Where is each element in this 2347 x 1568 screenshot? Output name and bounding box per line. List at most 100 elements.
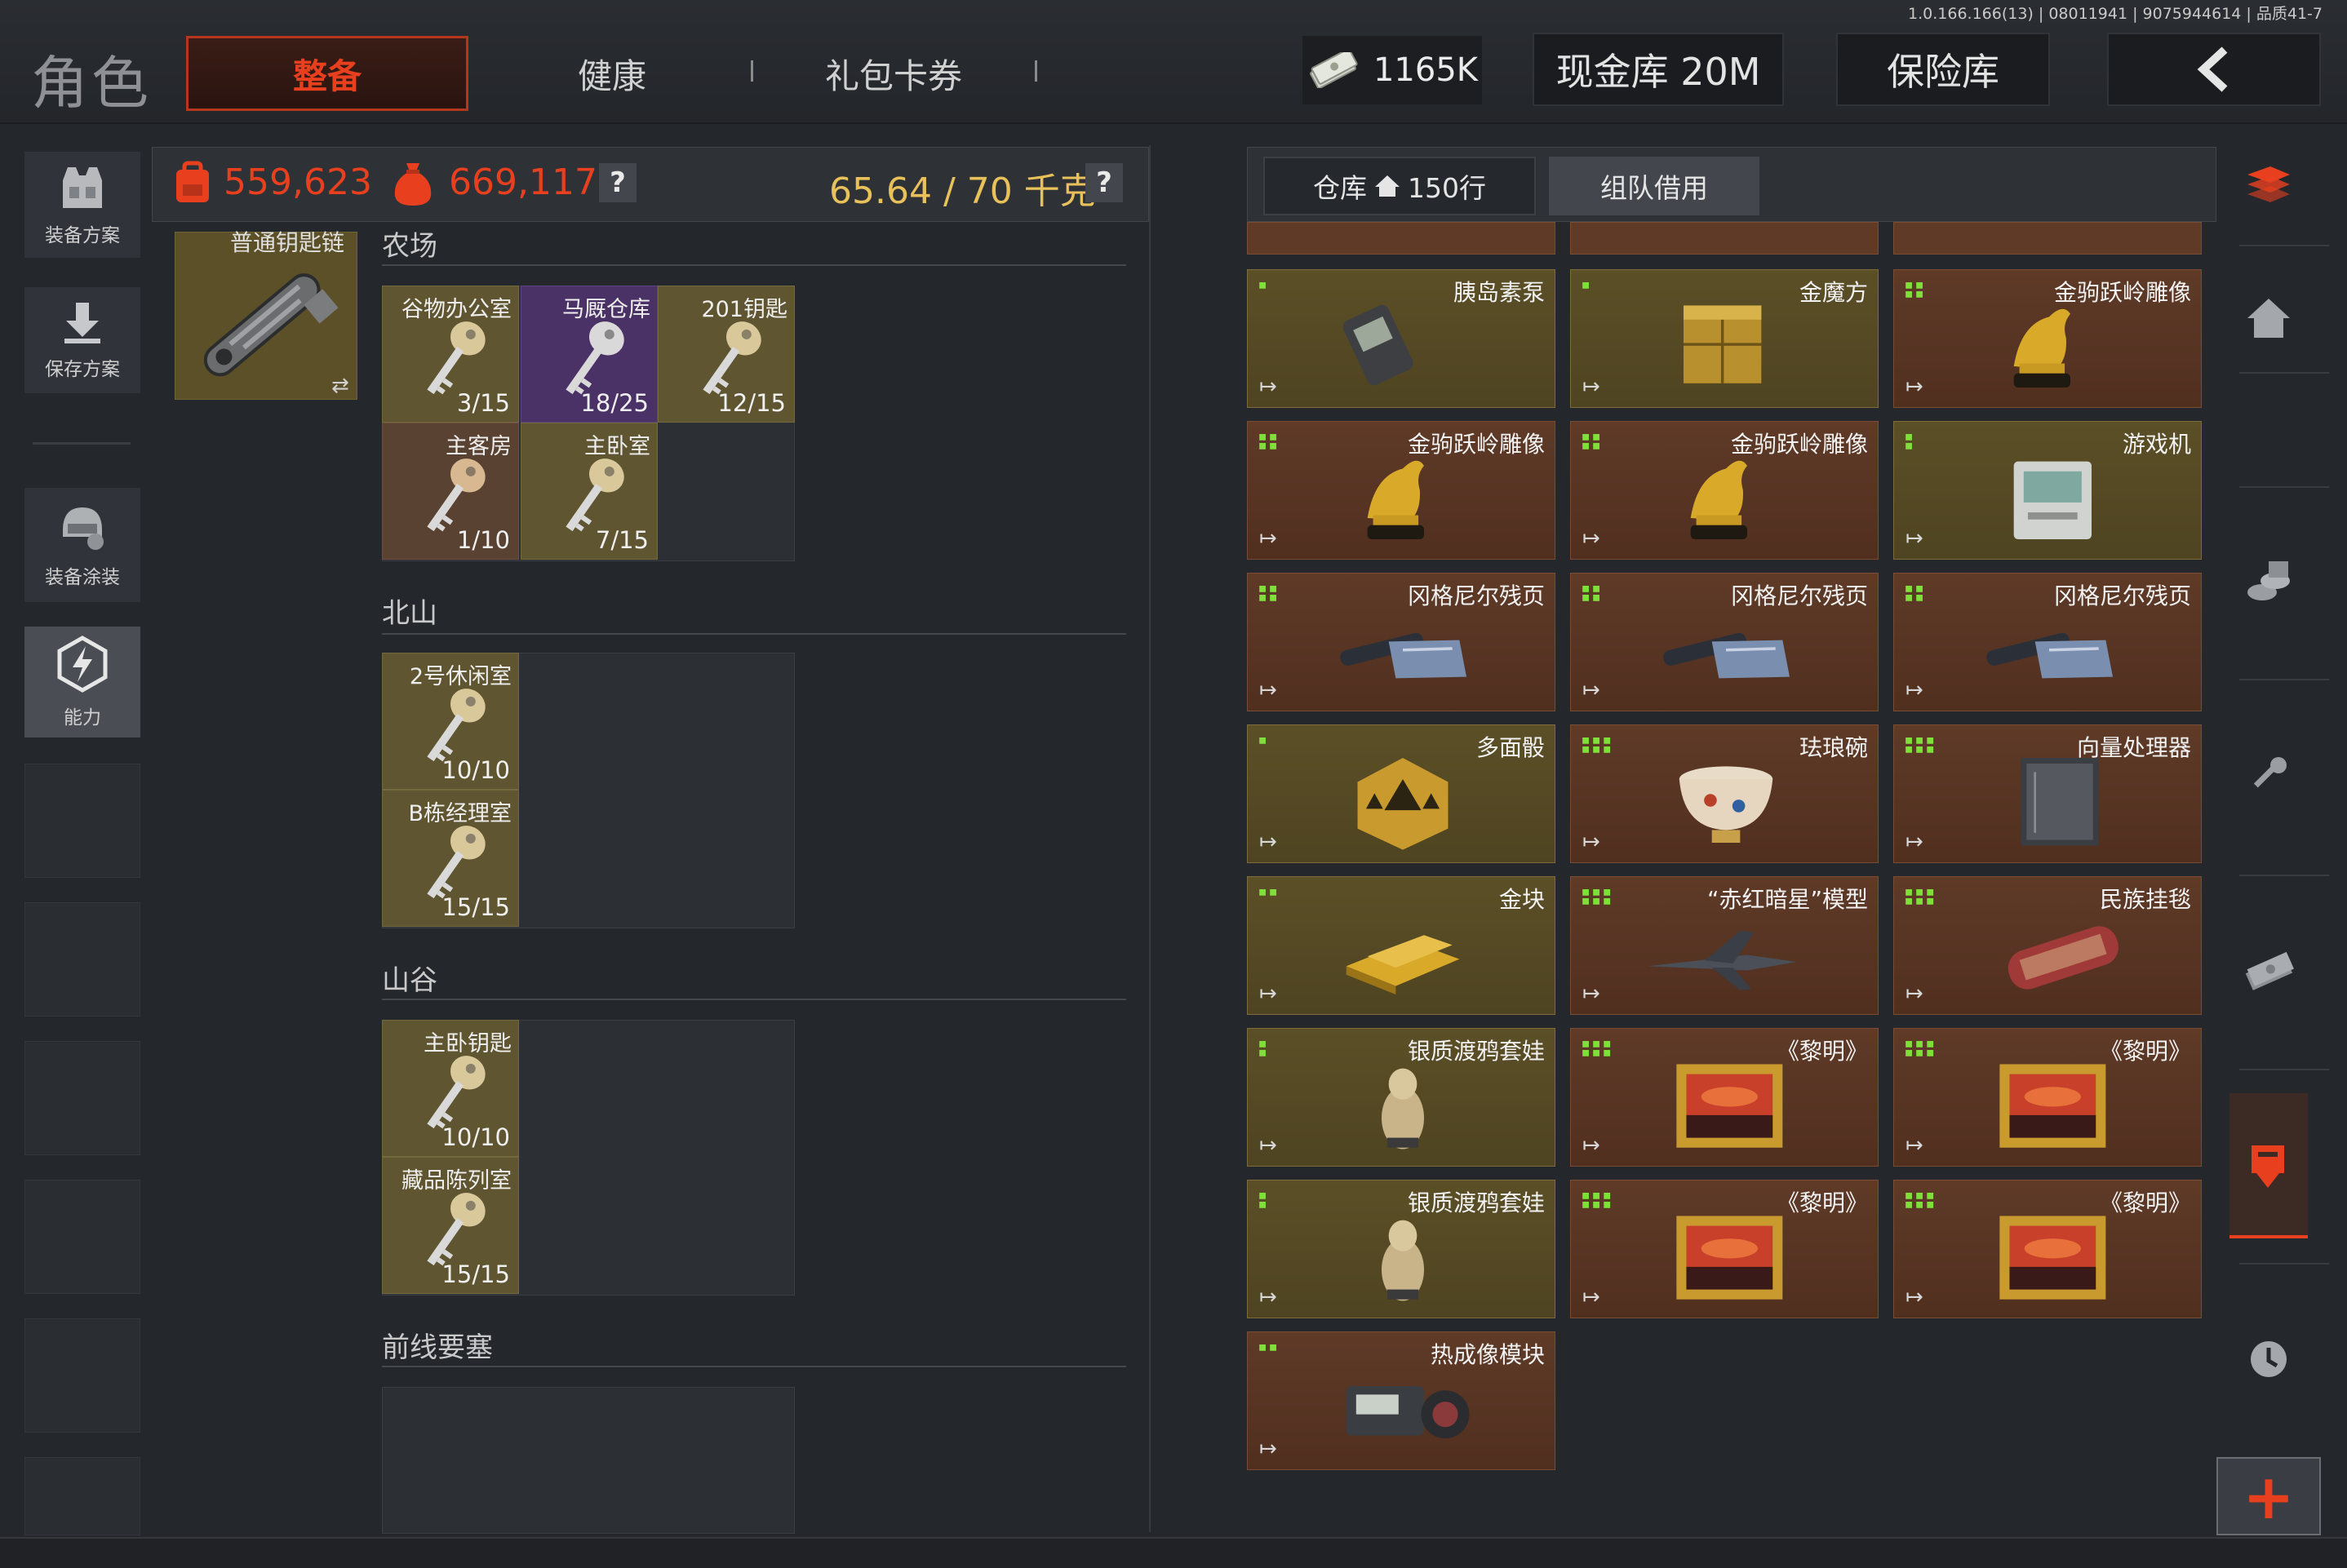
key-slot[interactable]: 马厩仓库 18/25 <box>521 286 658 423</box>
chevron-left-icon <box>2197 47 2228 92</box>
key-slot[interactable]: 藏品陈列室 15/15 <box>382 1157 519 1294</box>
item-name: 《黎明》 <box>1776 1189 1868 1216</box>
key-slot[interactable]: 2号休闲室 10/10 <box>382 653 519 790</box>
key-uses: 18/25 <box>580 389 649 417</box>
item-size-indicator: ▪▪▪ ▪▪▪ <box>1581 1033 1613 1061</box>
exit-icon: ↦ <box>1906 830 1923 854</box>
tab-equip[interactable]: 整备 <box>186 36 468 111</box>
item-name: 金驹跃岭雕像 <box>1730 431 1868 458</box>
sidebar-loadout-plan[interactable]: 装备方案 <box>24 152 140 258</box>
sidebar-item-label: 保存方案 <box>45 359 120 380</box>
exit-icon: ↦ <box>1906 981 1923 1006</box>
sidebar-empty-slot <box>24 764 140 878</box>
bottom-strip <box>0 1537 2347 1568</box>
exit-icon: ↦ <box>1906 374 1923 399</box>
item-name: 银质渡鸦套娃 <box>1407 1189 1545 1216</box>
section-divider <box>382 264 1126 266</box>
key-slot[interactable]: 主卧钥匙 10/10 <box>382 1020 519 1157</box>
exit-icon: ↦ <box>1906 678 1923 702</box>
item-size-indicator: ▪▪▪ ▪▪▪ <box>1904 1033 1937 1061</box>
warehouse-item[interactable]: ▪▪▪ ▪▪▪ “赤红暗星”模型 ↦ <box>1570 876 1879 1015</box>
item-name: 民族挂毯 <box>2099 886 2191 913</box>
key-grid-front-fortress <box>382 1387 795 1534</box>
tab-health[interactable]: 健康 <box>522 36 702 111</box>
exit-icon: ↦ <box>1582 1133 1600 1158</box>
home-icon[interactable] <box>2243 292 2295 344</box>
key-slot[interactable]: B栋经理室 15/15 <box>382 790 519 927</box>
transfer-tab[interactable] <box>2229 1093 2308 1238</box>
warehouse-item[interactable]: ▪▪▪ ▪▪▪ 《黎明》 ↦ <box>1570 1180 1879 1318</box>
item-name: 金驹跃岭雕像 <box>2053 279 2191 306</box>
key-name: 主卧室 <box>584 434 650 459</box>
safe-box-button[interactable]: 保险库 <box>1836 33 2050 106</box>
warehouse-item-partial[interactable] <box>1893 222 2202 255</box>
tab-gift-cards[interactable]: 礼包卡券 <box>783 36 1004 111</box>
section-title-valley: 山谷 <box>382 964 437 997</box>
item-size-indicator: ▪▪▪ ▪▪▪ <box>1904 881 1937 910</box>
item-size-indicator: ▪▪ ▪▪ <box>1581 578 1603 606</box>
warehouse-item[interactable]: ▪▪▪ ▪▪▪ 向量处理器 ↦ <box>1893 724 2202 863</box>
back-button[interactable] <box>2107 33 2321 106</box>
section-divider <box>382 633 1126 635</box>
rs-divider <box>2239 245 2329 246</box>
tab-divider <box>751 60 753 82</box>
warehouse-item[interactable]: ▪▪ 金块 ↦ <box>1247 876 1555 1015</box>
warehouse-item[interactable]: ▪ ▪ 银质渡鸦套娃 ↦ <box>1247 1028 1555 1167</box>
key-slot[interactable]: 主卧室 7/15 <box>521 423 658 560</box>
exit-icon: ↦ <box>1259 1437 1277 1461</box>
key-icon[interactable] <box>2243 751 2295 803</box>
cash-icon[interactable] <box>2243 946 2295 999</box>
coins-icon[interactable] <box>2243 555 2295 607</box>
item-size-indicator: ▪▪▪ ▪▪▪ <box>1581 1185 1613 1213</box>
key-slot[interactable]: 201钥匙 12/15 <box>658 286 795 423</box>
value-help-button[interactable]: ? <box>599 163 637 202</box>
warehouse-item[interactable]: ▪▪▪ ▪▪▪ 《黎明》 ↦ <box>1570 1028 1879 1167</box>
sidebar-equipment-paint[interactable]: 装备涂装 <box>24 488 140 602</box>
warehouse-item[interactable]: ▪▪ ▪▪ 冈格尼尔残页 ↦ <box>1893 573 2202 711</box>
warehouse-item[interactable]: ▪▪ 热成像模块 ↦ <box>1247 1331 1555 1470</box>
warehouse-item[interactable]: ▪▪ ▪▪ 冈格尼尔残页 ↦ <box>1570 573 1879 711</box>
add-button[interactable]: + <box>2216 1457 2321 1535</box>
sidebar-ability[interactable]: 能力 <box>24 627 140 737</box>
warehouse-item[interactable]: ▪ ▪ 游戏机 ↦ <box>1893 421 2202 560</box>
sidebar-empty-slot <box>24 1457 140 1535</box>
warehouse-item[interactable]: ▪▪ ▪▪ 金驹跃岭雕像 ↦ <box>1570 421 1879 560</box>
ability-icon <box>57 636 108 693</box>
warehouse-item[interactable]: ▪▪ ▪▪ 冈格尼尔残页 ↦ <box>1247 573 1555 711</box>
warehouse-item-partial[interactable] <box>1570 222 1879 255</box>
warehouse-item[interactable]: ▪▪▪ ▪▪▪ 民族挂毯 ↦ <box>1893 876 2202 1015</box>
weight-help-button[interactable]: ? <box>1085 163 1123 202</box>
key-uses: 12/15 <box>717 389 786 417</box>
warehouse-item[interactable]: ▪▪▪ ▪▪▪ 珐琅碗 ↦ <box>1570 724 1879 863</box>
warehouse-item[interactable]: ▪▪ ▪▪ 金驹跃岭雕像 ↦ <box>1893 269 2202 408</box>
warehouse-item[interactable]: ▪▪▪ ▪▪▪ 《黎明》 ↦ <box>1893 1180 2202 1318</box>
tab-warehouse[interactable]: 仓库 150行 <box>1263 157 1536 215</box>
exit-icon: ↦ <box>1582 678 1600 702</box>
item-name: 冈格尼尔残页 <box>1407 582 1545 609</box>
rs-divider <box>2239 486 2329 488</box>
sidebar-empty-slot <box>24 1041 140 1155</box>
warehouse-item[interactable]: ▪ 金魔方 ↦ <box>1570 269 1879 408</box>
key-slot[interactable]: 谷物办公室 3/15 <box>382 286 519 423</box>
clock-icon[interactable] <box>2243 1333 2295 1385</box>
backpack-icon <box>176 161 209 202</box>
key-name: 2号休闲室 <box>409 664 512 689</box>
item-name: 《黎明》 <box>1776 1038 1868 1065</box>
key-slot[interactable]: 主客房 1/10 <box>382 423 519 560</box>
stack-icon[interactable] <box>2243 160 2295 212</box>
warehouse-item[interactable]: ▪ 胰岛素泵 ↦ <box>1247 269 1555 408</box>
warehouse-item[interactable]: ▪ 多面骰 ↦ <box>1247 724 1555 863</box>
warehouse-item[interactable]: ▪▪▪ ▪▪▪ 《黎明》 ↦ <box>1893 1028 2202 1167</box>
cash-vault-button[interactable]: 现金库 20M <box>1533 33 1784 106</box>
warehouse-item[interactable]: ▪ ▪ 银质渡鸦套娃 ↦ <box>1247 1180 1555 1318</box>
download-icon <box>64 303 100 343</box>
item-size-indicator: ▪▪▪ ▪▪▪ <box>1904 729 1937 758</box>
warehouse-item[interactable]: ▪▪ ▪▪ 金驹跃岭雕像 ↦ <box>1247 421 1555 560</box>
warehouse-item-partial[interactable] <box>1247 222 1555 255</box>
warehouse-label: 仓库 <box>1313 172 1367 204</box>
sidebar-save-plan[interactable]: 保存方案 <box>24 287 140 393</box>
tab-team-borrow[interactable]: 组队借用 <box>1549 157 1759 215</box>
transfer-icon <box>2252 1145 2284 1188</box>
exit-icon: ↦ <box>1582 981 1600 1006</box>
swap-icon[interactable]: ⇄ <box>331 374 349 398</box>
